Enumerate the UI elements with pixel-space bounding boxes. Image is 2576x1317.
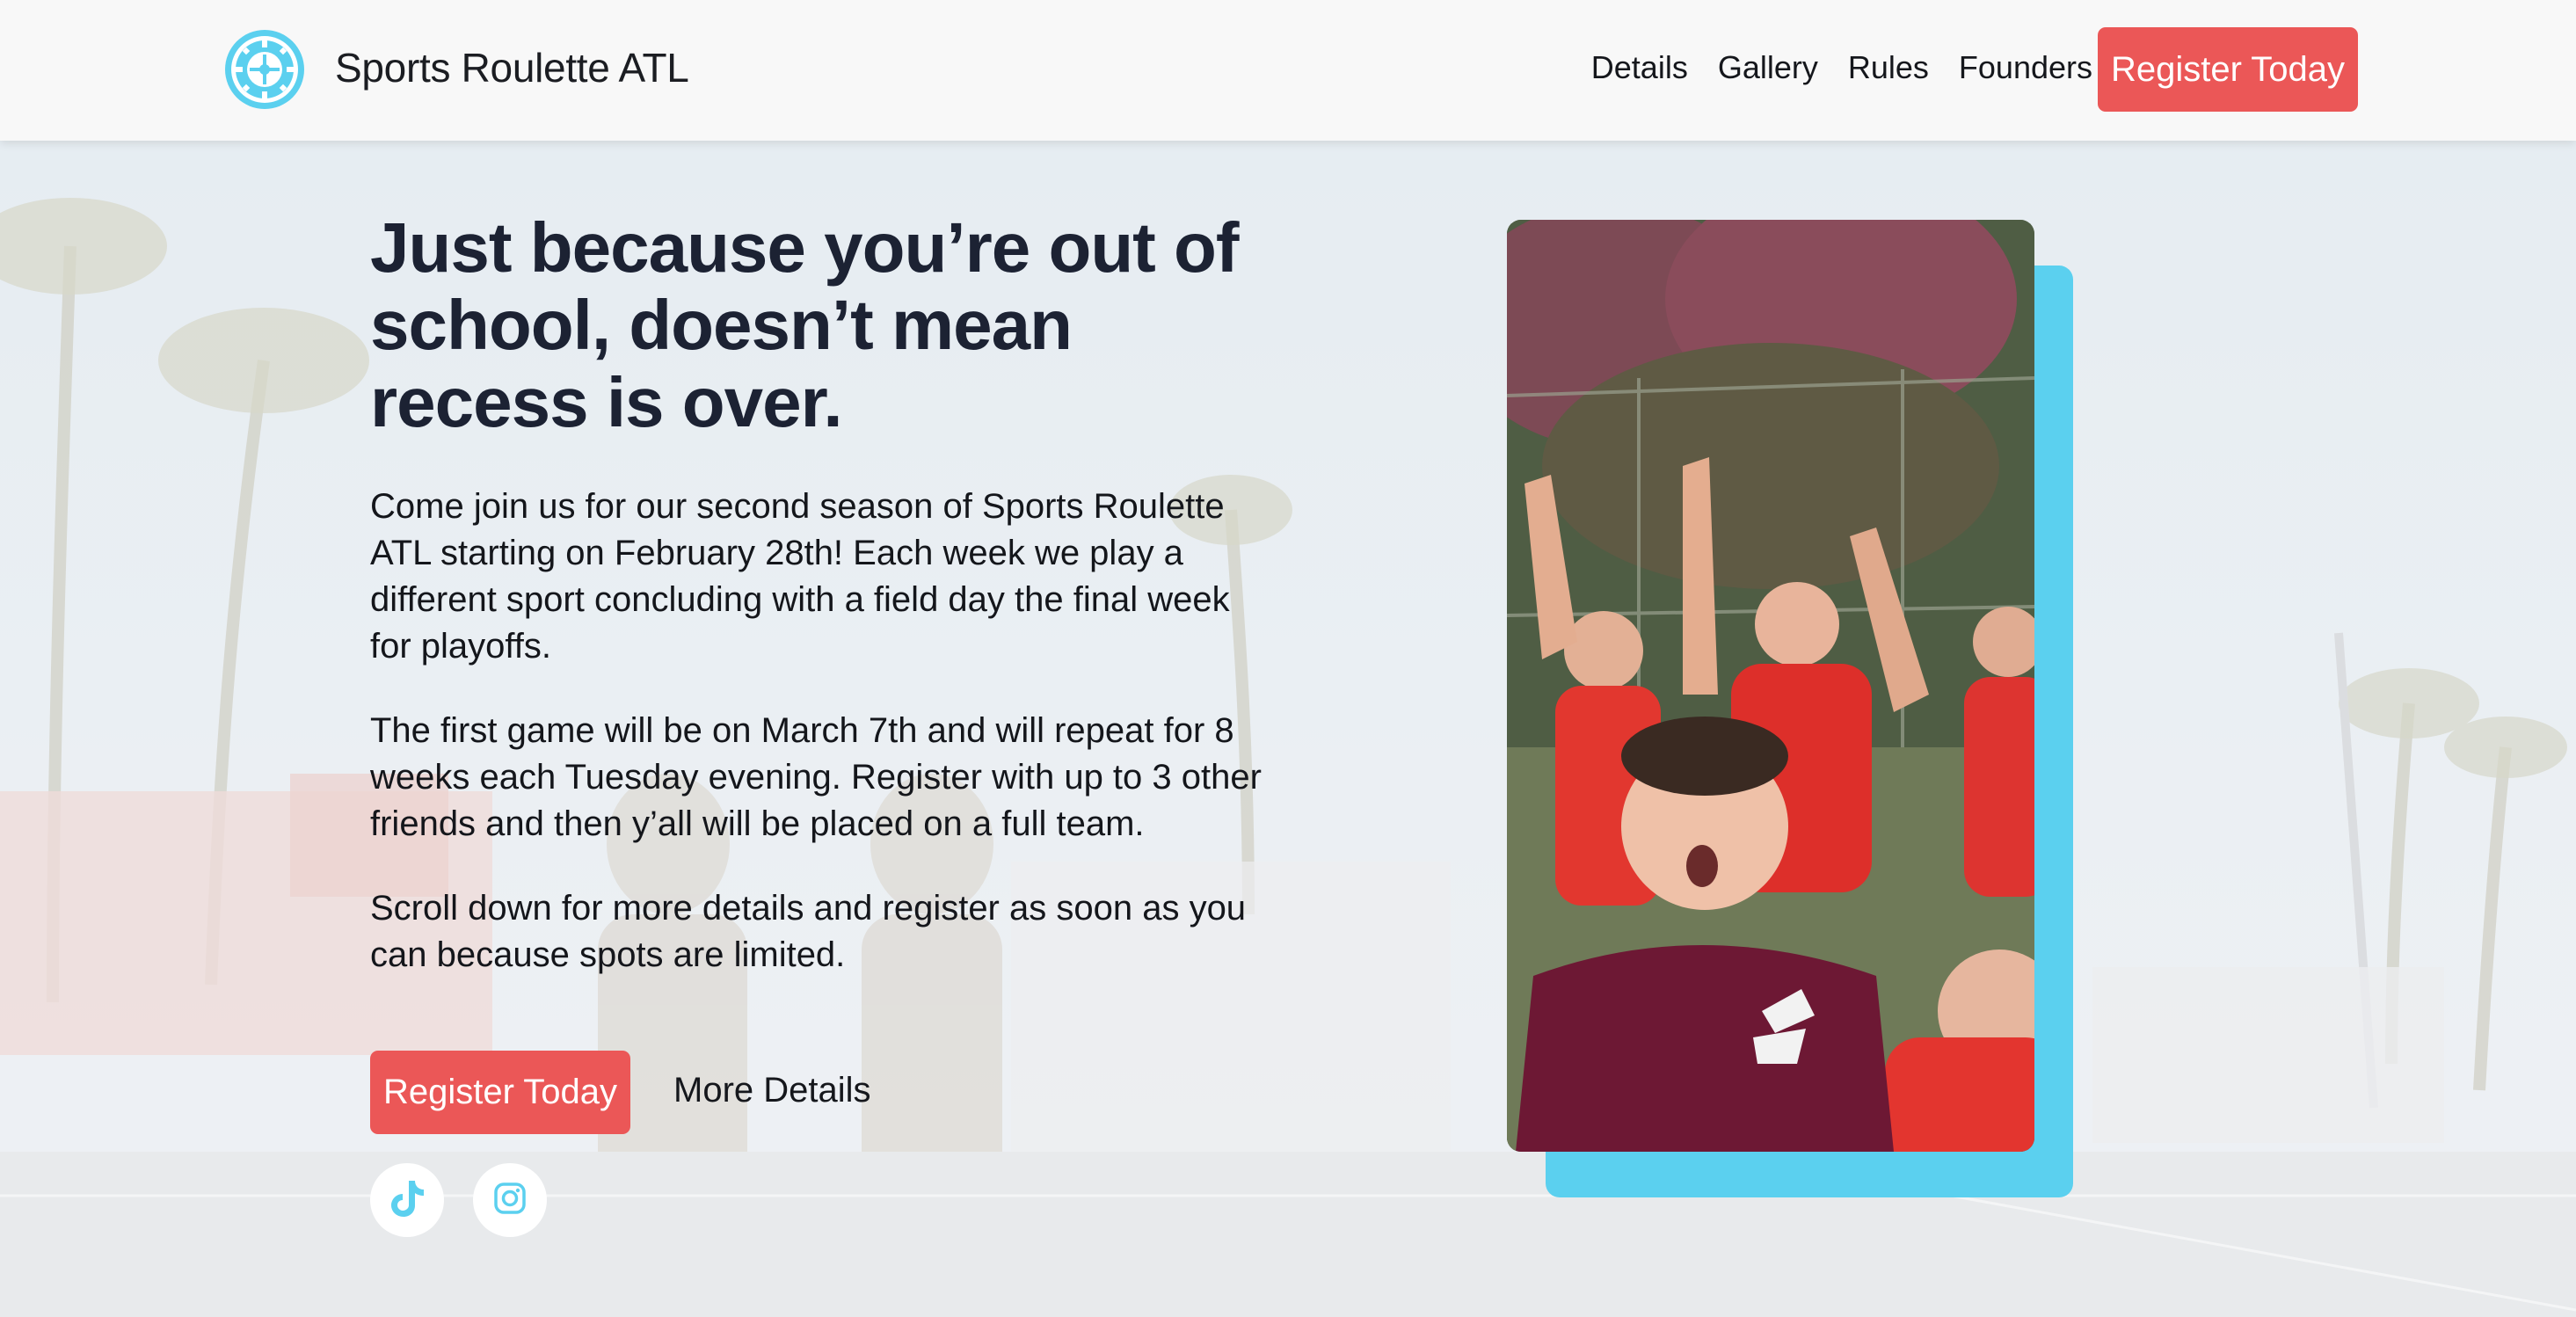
brand-name[interactable]: Sports Roulette ATL [335,44,689,91]
instagram-button[interactable] [473,1163,547,1237]
instagram-icon [493,1182,527,1219]
more-details-link[interactable]: More Details [673,1071,871,1110]
hero-title: Just because you’re out of school, doesn… [370,208,1240,441]
nav-link-rules[interactable]: Rules [1848,49,1929,86]
hero-register-button[interactable]: Register Today [370,1051,630,1134]
nav-link-details[interactable]: Details [1591,49,1688,86]
hero-paragraph-season: Come join us for our second season of Sp… [370,487,1230,666]
tiktok-button[interactable] [370,1163,444,1237]
celebration-video[interactable] [1507,220,2034,1152]
main-nav: Details Gallery Rules Founders [1591,49,2092,86]
hero-paragraph-limited: Scroll down for more details and registe… [370,889,1247,974]
nav-link-founders[interactable]: Founders [1959,49,2092,86]
tiktok-icon [389,1179,425,1222]
navbar: Sports Roulette ATL Details Gallery Rule… [0,0,2576,141]
nav-link-gallery[interactable]: Gallery [1718,49,1818,86]
nav-register-button[interactable]: Register Today [2098,27,2358,112]
roulette-wheel-icon[interactable] [223,28,306,111]
hero-paragraph-schedule: The first game will be on March 7th and … [370,711,1262,843]
